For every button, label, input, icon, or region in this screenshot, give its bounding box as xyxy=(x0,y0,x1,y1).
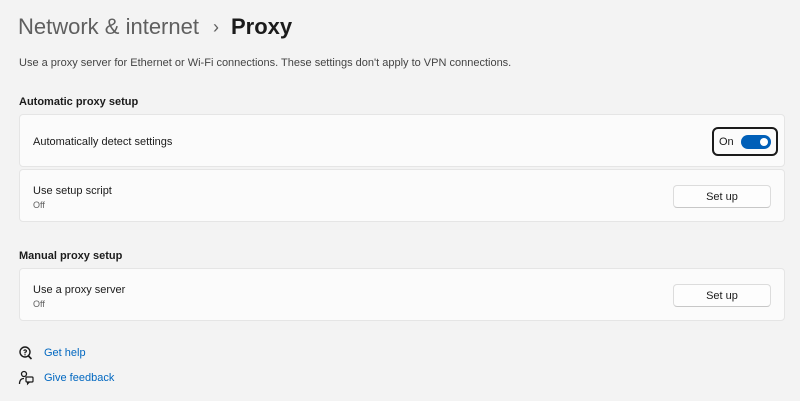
section-title-manual: Manual proxy setup xyxy=(19,250,123,262)
proxy-server-status: Off xyxy=(33,299,45,309)
toggle-state-label: On xyxy=(719,135,734,148)
help-icon xyxy=(18,345,34,361)
setup-script-label: Use setup script xyxy=(33,185,112,197)
breadcrumb-parent[interactable]: Network & internet xyxy=(18,14,199,40)
setup-script-card: Use setup script Off Set up xyxy=(19,169,785,222)
feedback-icon xyxy=(18,370,34,386)
proxy-server-setup-button[interactable]: Set up xyxy=(673,284,771,307)
give-feedback-link[interactable]: Give feedback xyxy=(18,370,114,386)
section-title-automatic: Automatic proxy setup xyxy=(19,96,139,108)
toggle-thumb xyxy=(760,138,768,146)
give-feedback-label[interactable]: Give feedback xyxy=(44,372,114,384)
setup-script-status: Off xyxy=(33,200,45,210)
get-help-label[interactable]: Get help xyxy=(44,347,86,359)
automatic-detect-label: Automatically detect settings xyxy=(33,136,173,148)
proxy-server-card: Use a proxy server Off Set up xyxy=(19,268,785,321)
automatic-detect-card: Automatically detect settings On xyxy=(19,114,785,167)
get-help-link[interactable]: Get help xyxy=(18,345,86,361)
toggle-track[interactable] xyxy=(741,135,771,149)
page-title: Proxy xyxy=(230,14,293,39)
breadcrumb: Network & internet › Proxy xyxy=(18,12,292,42)
chevron-right-icon: › xyxy=(212,16,219,37)
proxy-server-label: Use a proxy server xyxy=(33,284,126,296)
automatic-detect-toggle[interactable]: On xyxy=(712,127,778,156)
page-description: Use a proxy server for Ethernet or Wi-Fi… xyxy=(19,57,512,69)
setup-script-button[interactable]: Set up xyxy=(673,185,771,208)
